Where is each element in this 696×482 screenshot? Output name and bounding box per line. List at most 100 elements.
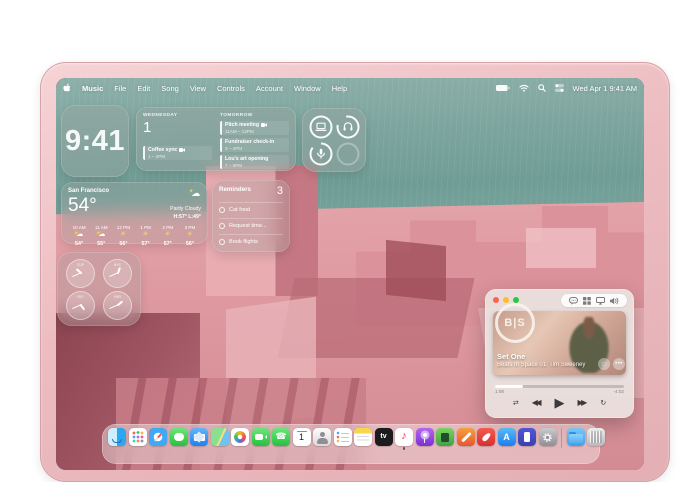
calendar-widget[interactable]: WEDNESDAY 1 Coffee sync 1 – 2PM TOMORROW… — [136, 107, 296, 171]
dock-app-launchpad[interactable] — [129, 428, 147, 446]
menu-help[interactable]: Help — [332, 84, 347, 93]
music-player-window[interactable]: B|S Set One Beats In Space 01: Tim Sween… — [485, 289, 634, 418]
checkbox-icon[interactable] — [219, 207, 225, 213]
dock-app-arcade-game[interactable] — [436, 428, 454, 446]
menu-edit[interactable]: Edit — [137, 84, 150, 93]
checkbox-icon[interactable] — [219, 223, 225, 229]
weather-widget[interactable]: San Francisco 54° Partly Cloudy H:57° L:… — [61, 182, 208, 244]
weather-condition-icon — [189, 189, 201, 199]
queue-icon[interactable] — [583, 297, 591, 305]
dock-app-mail[interactable] — [190, 428, 208, 446]
elapsed-time: 1:08 — [495, 389, 504, 394]
checkbox-icon[interactable] — [219, 239, 225, 245]
dock-app-app-store[interactable]: A — [498, 428, 516, 446]
dock-app-apple-tv[interactable]: tv — [375, 428, 393, 446]
empty-control-slot[interactable] — [335, 141, 361, 167]
dock-app-settings[interactable] — [539, 428, 557, 446]
progress-bar[interactable] — [495, 385, 624, 388]
dock-app-music[interactable]: ♪ — [395, 428, 413, 446]
dock-app-books[interactable] — [518, 428, 536, 446]
airplay-icon[interactable] — [596, 297, 605, 305]
menu-song[interactable]: Song — [161, 84, 179, 93]
clock-widget[interactable]: 9:41 — [61, 105, 129, 177]
repeat-button[interactable]: ↻ — [600, 399, 606, 407]
reminders-count: 3 — [277, 186, 283, 197]
shuffle-button[interactable]: ⇄ — [513, 399, 519, 407]
analog-clock: PAR — [103, 291, 132, 320]
headphones-control[interactable] — [335, 114, 361, 140]
calendar-day-label: WEDNESDAY — [143, 113, 212, 118]
weather-condition: Partly Cloudy — [170, 206, 201, 214]
menu-view[interactable]: View — [190, 84, 206, 93]
menu-bar: Music File Edit Song View Controls Accou… — [56, 78, 644, 98]
dock-app-facetime[interactable] — [252, 428, 270, 446]
control-center-icon[interactable] — [555, 84, 564, 92]
track-title: Beats In Space 01: Tim Sweeney — [497, 362, 593, 368]
play-button[interactable]: ▶ — [555, 396, 565, 409]
menu-window[interactable]: Window — [294, 84, 321, 93]
analog-clock: NYC — [103, 259, 132, 288]
dock-divider — [561, 428, 562, 448]
menu-account[interactable]: Account — [256, 84, 283, 93]
calendar-tomorrow-label: TOMORROW — [220, 113, 289, 118]
reminder-item[interactable]: Cat food — [219, 202, 283, 213]
menubar-datetime[interactable]: Wed Apr 1 9:41 AM — [573, 84, 637, 93]
album-logo: B|S — [495, 303, 535, 343]
reminder-item[interactable]: Book flights — [219, 234, 283, 245]
video-icon — [179, 148, 185, 152]
dock-app-drawing[interactable] — [457, 428, 475, 446]
dock-app-contacts[interactable] — [313, 428, 331, 446]
dock-app-reminders[interactable] — [334, 428, 352, 446]
ipad-device: Music File Edit Song View Controls Accou… — [40, 62, 670, 482]
apple-menu[interactable] — [63, 84, 71, 93]
reminders-widget[interactable]: Reminders 3 Cat food Request time... Boo… — [212, 180, 290, 252]
dock: ☎ 1 tv ♪ A — [102, 424, 600, 464]
weather-city: San Francisco — [68, 188, 109, 194]
dock-app-phone[interactable]: ☎ — [272, 428, 290, 446]
calendar-event[interactable]: Coffee sync 1 – 2PM — [143, 146, 212, 160]
previous-button[interactable]: ◀◀ — [532, 398, 542, 407]
hourly-weather-icon — [185, 231, 195, 239]
calendar-event[interactable]: Fundraiser check-in 3 – 4PM — [220, 138, 289, 152]
dock-app-safari[interactable] — [149, 428, 167, 446]
weather-hourly-forecast: 10 AM54° 11 AM55° 12 PM56° 1 PM57° 2 PM5… — [68, 225, 201, 248]
dock-app-podcasts[interactable] — [416, 428, 434, 446]
lyrics-icon[interactable] — [569, 297, 578, 305]
menu-music[interactable]: Music — [82, 84, 103, 93]
playlist-title: Set One — [497, 352, 525, 361]
calendar-event[interactable]: Pitch meeting 11AM – 12PM — [220, 121, 289, 135]
dock-app-notes[interactable] — [354, 428, 372, 446]
next-button[interactable]: ▶▶ — [578, 398, 588, 407]
hourly-weather-icon — [74, 231, 84, 239]
close-button[interactable] — [493, 297, 499, 303]
reminder-item[interactable]: Request time... — [219, 218, 283, 229]
menu-file[interactable]: File — [114, 84, 126, 93]
dock-trash[interactable] — [587, 428, 605, 446]
hourly-weather-icon — [141, 231, 151, 239]
minimize-button[interactable] — [503, 297, 509, 303]
more-button[interactable]: ••• — [613, 358, 625, 370]
menu-controls[interactable]: Controls — [217, 84, 245, 93]
calendar-event[interactable]: Lou's art opening 7 – 8PM — [220, 155, 289, 169]
dock-downloads-folder[interactable] — [567, 428, 585, 446]
dock-app-calendar[interactable]: 1 — [293, 428, 311, 446]
dock-app-maps[interactable] — [211, 428, 229, 446]
dock-app-finder[interactable] — [108, 428, 126, 446]
dock-app-messages[interactable] — [170, 428, 188, 446]
controls-widget[interactable] — [302, 108, 366, 172]
display-control[interactable] — [308, 114, 334, 140]
clock-time: 9:41 — [65, 125, 125, 158]
favorite-button[interactable]: ☆ — [598, 358, 610, 370]
running-indicator — [403, 447, 406, 450]
volume-icon[interactable] — [610, 297, 619, 305]
dock-app-rocket-game[interactable] — [477, 428, 495, 446]
world-clock-widget[interactable]: CUP NYC RIO PAR — [57, 252, 141, 326]
dock-app-photos[interactable] — [231, 428, 249, 446]
progress-fill — [495, 385, 523, 388]
analog-clock: CUP — [66, 259, 95, 288]
wifi-icon[interactable] — [519, 84, 529, 92]
search-icon[interactable] — [538, 84, 546, 92]
battery-icon[interactable] — [496, 85, 510, 92]
reminders-title: Reminders — [219, 186, 251, 193]
microphone-control[interactable] — [308, 141, 334, 167]
